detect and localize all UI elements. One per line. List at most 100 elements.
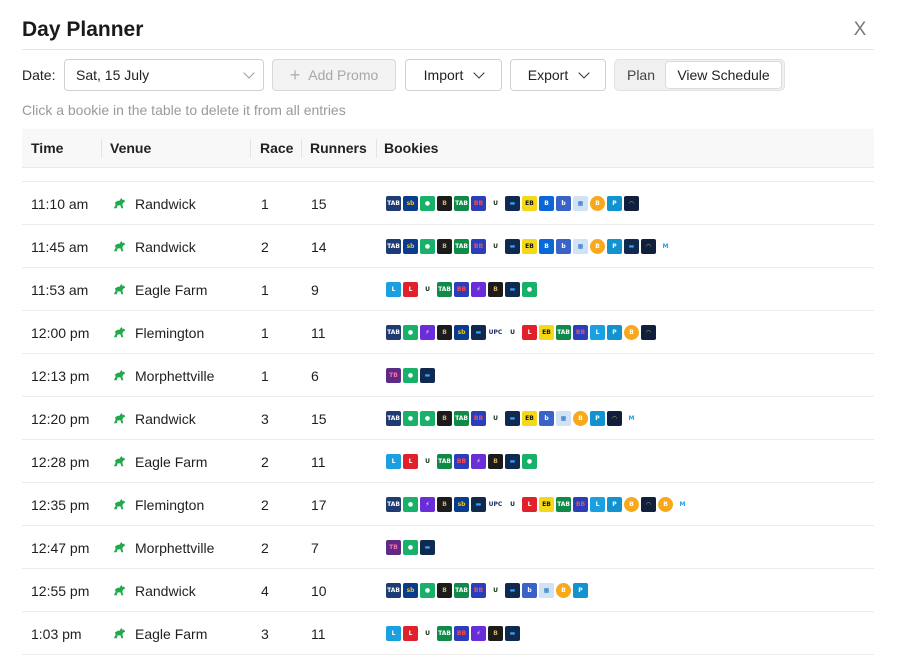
bookie-betdeluxe-icon[interactable]: B [437,497,452,512]
bookie-unibet-icon[interactable]: U [420,626,435,641]
bookie-m-bet-icon[interactable]: M [658,239,673,254]
column-header-venue[interactable]: Venue [110,129,151,168]
bookie-wifi-bet-icon[interactable]: ◠ [624,196,639,211]
date-select[interactable]: Sat, 15 July [64,59,264,91]
bookie-pointsbet-green-icon[interactable]: ● [403,368,418,383]
bookie-pointsbet-green-icon[interactable]: ● [522,454,537,469]
bookie-pointsbet-green-icon[interactable]: ● [420,239,435,254]
bookie-bluebet-icon[interactable]: ▬ [505,583,520,598]
bookie-tab-icon[interactable]: TAB [386,239,401,254]
column-header-time[interactable]: Time [31,129,63,168]
bookie-unibet-icon[interactable]: U [488,411,503,426]
bookie-bet-box-icon[interactable]: ▦ [556,411,571,426]
bookie-bluebet-icon[interactable]: ▬ [505,196,520,211]
bookie-pointsbet-green-icon[interactable]: ● [522,282,537,297]
export-button[interactable]: Export [510,59,606,91]
bookie-bitcoin-b-icon[interactable]: B [573,411,588,426]
add-promo-button[interactable]: + Add Promo [272,59,396,91]
bookie-palmerbet-p-icon[interactable]: P [607,196,622,211]
bookie-pointsbet-green-icon[interactable]: ● [403,325,418,340]
bookie-ladbrokes-red-icon[interactable]: L [522,497,537,512]
bookie-betdeluxe-icon[interactable]: B [437,325,452,340]
bookie-pointsbet-green-icon[interactable]: ● [403,497,418,512]
bookie-tab-icon[interactable]: TAB [386,497,401,512]
bookie-tab-icon[interactable]: TAB [386,196,401,211]
bookie-sportsbet-icon[interactable]: sb [454,325,469,340]
bookie-betflux-icon[interactable]: ⚡ [471,282,486,297]
bookie-upc-icon[interactable]: UPC [488,325,503,340]
bookie-bluebet-icon[interactable]: ▬ [420,540,435,555]
bookie-betr-bb-icon[interactable]: BB [471,239,486,254]
import-button[interactable]: Import [405,59,502,91]
plan-toggle[interactable]: Plan [617,67,665,83]
bookie-m-bet-icon[interactable]: M [624,411,639,426]
bookie-betdeluxe-icon[interactable]: B [437,239,452,254]
bookie-sportsbet-icon[interactable]: sb [403,583,418,598]
bookie-betflux-icon[interactable]: ⚡ [471,454,486,469]
bookie-betr-bb-icon[interactable]: BB [573,497,588,512]
bookie-betr-bb-icon[interactable]: BB [471,411,486,426]
column-header-runners[interactable]: Runners [310,129,367,168]
bookie-bitcoin-b-icon[interactable]: B [624,497,639,512]
close-icon[interactable]: X [851,20,869,40]
bookie-tab-icon[interactable]: TAB [386,325,401,340]
bookie-bossbet-b-icon[interactable]: b [556,239,571,254]
bookie-bet-box-icon[interactable]: ▦ [539,583,554,598]
bookie-bluebet-icon[interactable]: ▬ [471,497,486,512]
bookie-tab-green-icon[interactable]: TAB [556,497,571,512]
bookie-ladbrokes-blue-icon[interactable]: L [386,282,401,297]
bookie-bitcoin-b-icon[interactable]: B [624,325,639,340]
bookie-bluebet-icon[interactable]: ▬ [505,239,520,254]
bookie-pointsbet-green-icon[interactable]: ● [420,196,435,211]
bookie-tab-green-icon[interactable]: TAB [556,325,571,340]
bookie-elitebet-icon[interactable]: EB [539,497,554,512]
bookie-bossbet-b-icon[interactable]: b [522,583,537,598]
bookie-bitcoin-b-icon[interactable]: B [658,497,673,512]
bookie-unibet-icon[interactable]: U [488,196,503,211]
bookie-sportsbet-icon[interactable]: sb [403,196,418,211]
bookie-unibet-icon[interactable]: U [505,325,520,340]
bookie-bluebet-icon[interactable]: ▬ [420,368,435,383]
bookie-tab-purple-icon[interactable]: TB [386,540,401,555]
bookie-bet-box-icon[interactable]: ▦ [573,196,588,211]
bookie-tab-green-icon[interactable]: TAB [454,411,469,426]
bookie-betr-bb-icon[interactable]: BB [454,626,469,641]
bookie-ladbrokes-red-icon[interactable]: L [522,325,537,340]
bookie-betdeluxe-icon[interactable]: B [437,196,452,211]
bookie-sportsbet-icon[interactable]: sb [454,497,469,512]
bookie-tab-green-icon[interactable]: TAB [437,454,452,469]
bookie-betdeluxe-icon[interactable]: B [488,626,503,641]
bookie-betright-b-icon[interactable]: B [539,196,554,211]
bookie-tab-icon[interactable]: TAB [386,583,401,598]
bookie-bossbet-b-icon[interactable]: b [539,411,554,426]
bookie-ladbrokes-blue-icon[interactable]: L [386,454,401,469]
bookie-bluebet-icon[interactable]: ▬ [505,626,520,641]
bookie-upc-icon[interactable]: UPC [488,497,503,512]
bookie-bluebet-icon[interactable]: ▬ [624,239,639,254]
bookie-betdeluxe-icon[interactable]: B [437,411,452,426]
bookie-betflux-icon[interactable]: ⚡ [420,325,435,340]
bookie-wifi-bet-icon[interactable]: ◠ [641,497,656,512]
bookie-bitcoin-b-icon[interactable]: B [590,239,605,254]
bookie-tab-purple-icon[interactable]: TB [386,368,401,383]
bookie-betright-b-icon[interactable]: B [539,239,554,254]
bookie-pointsbet-green-icon[interactable]: ● [420,411,435,426]
bookie-elitebet-icon[interactable]: EB [539,325,554,340]
bookie-betflux-icon[interactable]: ⚡ [420,497,435,512]
bookie-bitcoin-b-icon[interactable]: B [556,583,571,598]
bookie-tab-green-icon[interactable]: TAB [454,196,469,211]
bookie-ladbrokes-blue-icon[interactable]: L [590,325,605,340]
column-header-race[interactable]: Race [260,129,293,168]
bookie-bet-box-icon[interactable]: ▦ [573,239,588,254]
bookie-tab-icon[interactable]: TAB [386,411,401,426]
bookie-bluebet-icon[interactable]: ▬ [471,325,486,340]
bookie-pointsbet-green-icon[interactable]: ● [403,411,418,426]
bookie-pointsbet-green-icon[interactable]: ● [420,583,435,598]
bookie-tab-green-icon[interactable]: TAB [454,583,469,598]
bookie-tab-green-icon[interactable]: TAB [437,282,452,297]
bookie-sportsbet-icon[interactable]: sb [403,239,418,254]
bookie-unibet-icon[interactable]: U [420,454,435,469]
column-header-bookies[interactable]: Bookies [384,129,438,168]
bookie-elitebet-icon[interactable]: EB [522,411,537,426]
view-schedule-toggle[interactable]: View Schedule [665,61,782,89]
